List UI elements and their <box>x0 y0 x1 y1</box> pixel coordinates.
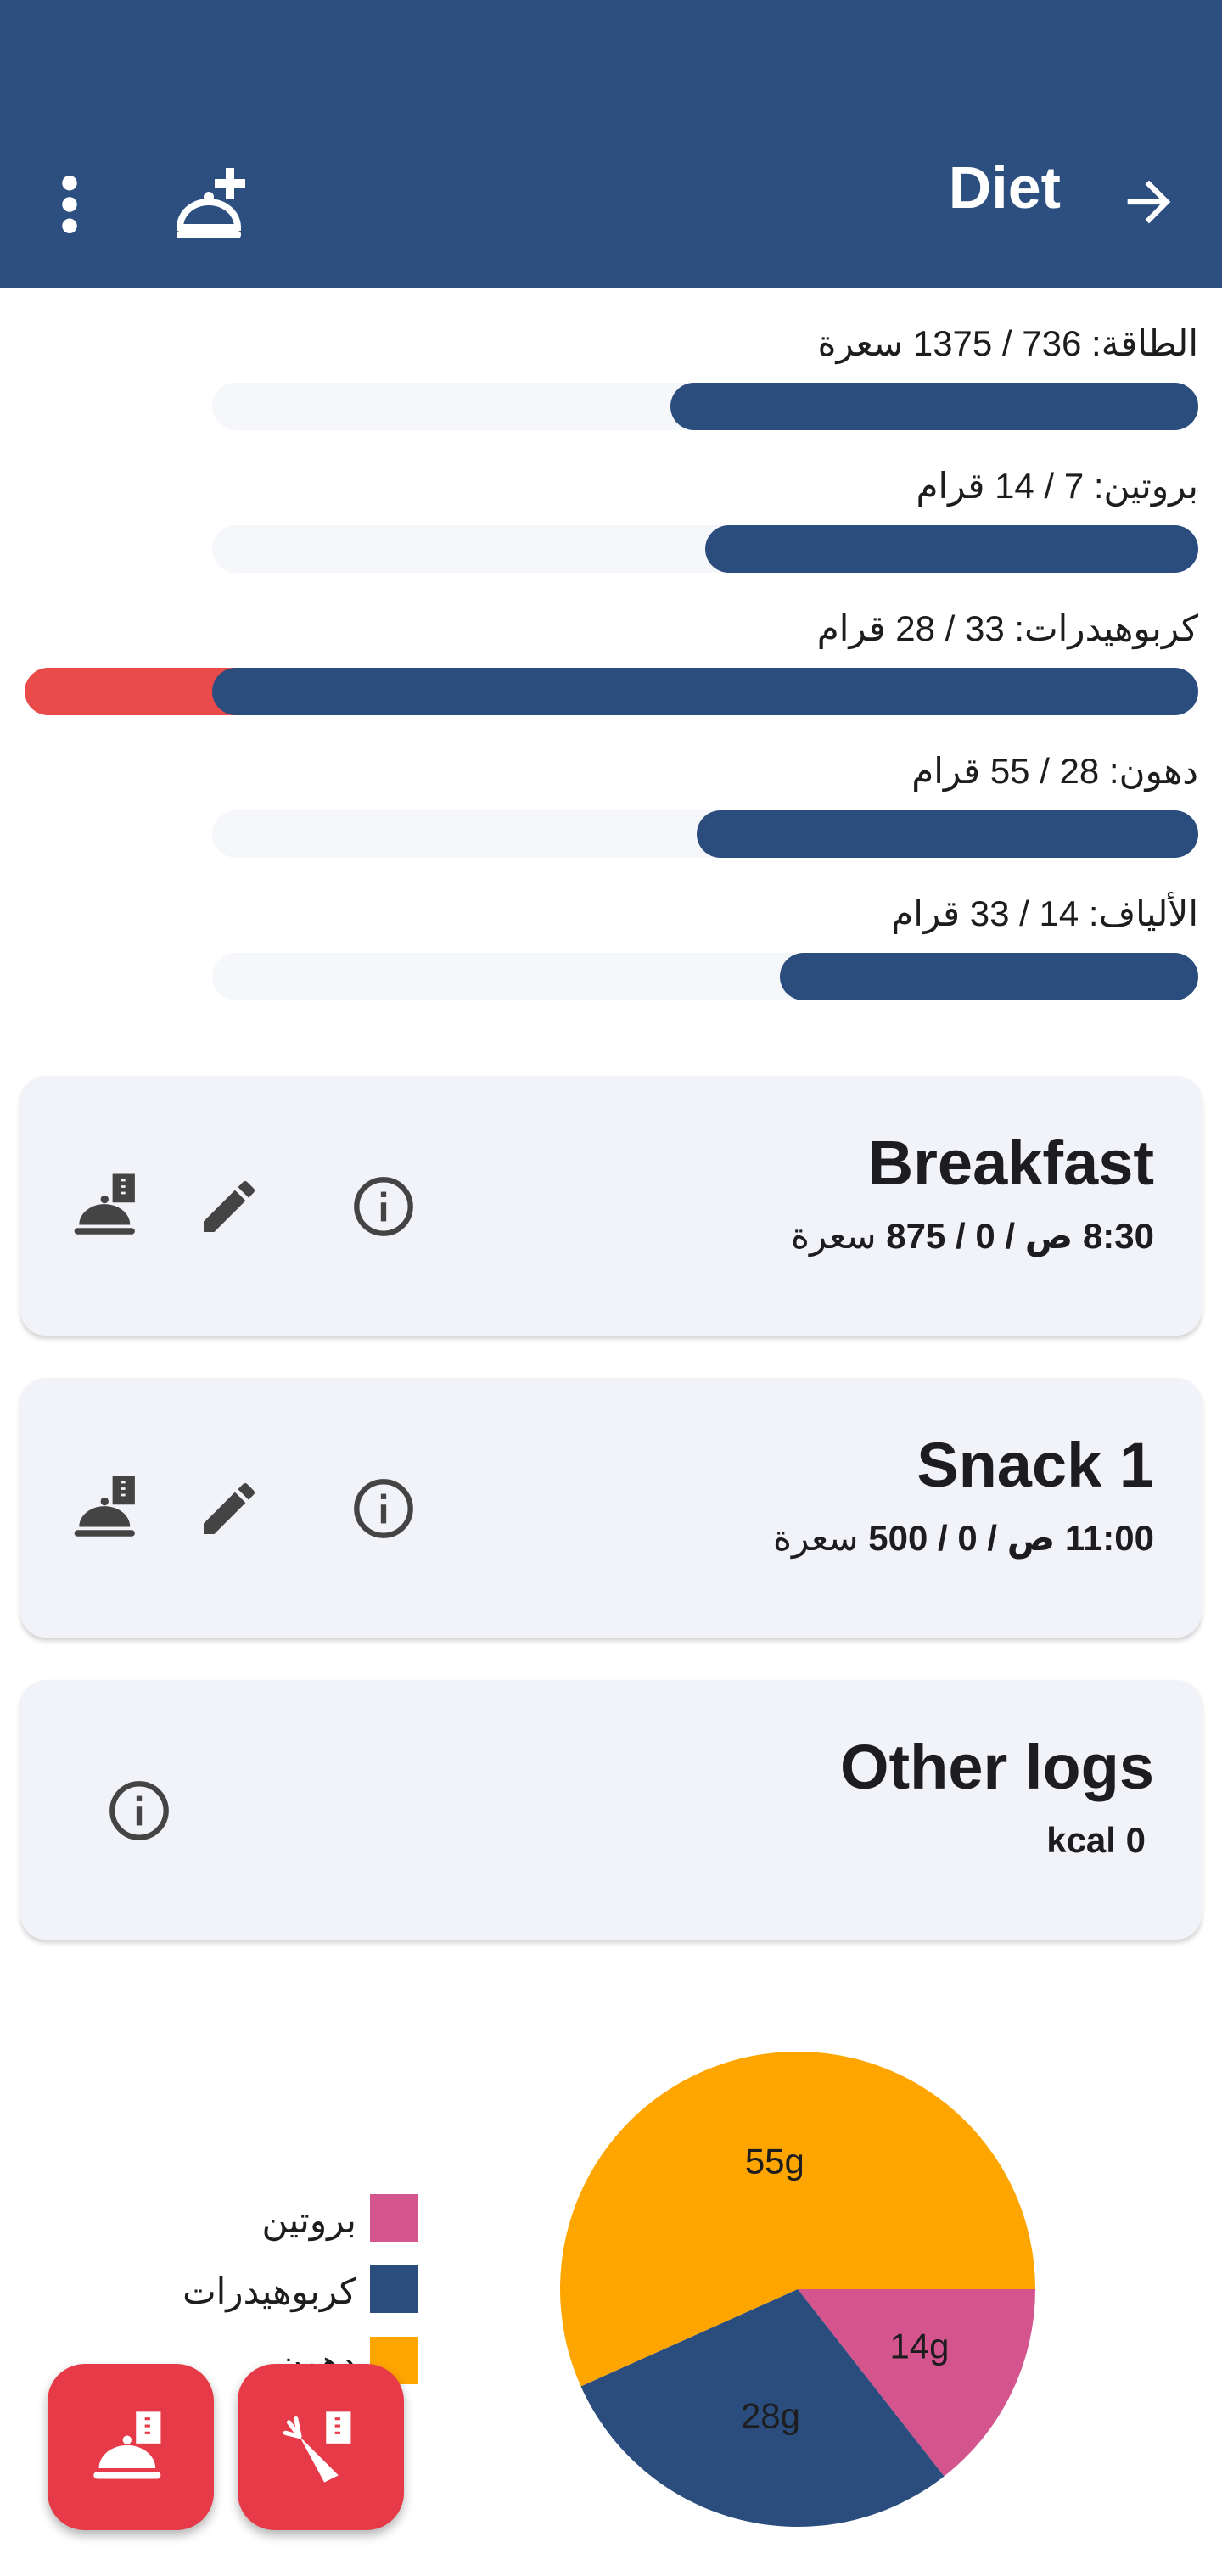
more-vert-icon[interactable] <box>53 175 87 234</box>
legend-item: بروتين <box>78 2194 418 2242</box>
info-icon[interactable] <box>351 1476 416 1541</box>
meal-card-breakfast[interactable]: Breakfast 8:30 ص / 0 / 875 سعرة <box>20 1076 1202 1336</box>
meal-summary: 8:30 ص / 0 / 875 سعرة <box>791 1218 1154 1254</box>
other-logs-card[interactable]: Other logs kcal 0 <box>20 1680 1202 1940</box>
nutrient-label: دهون: 28 / 55 قرام <box>911 751 1198 791</box>
add-meal-icon <box>93 2411 161 2479</box>
page-title: Diet <box>948 154 1061 221</box>
legend-swatch <box>370 2194 418 2242</box>
other-logs-kcal: kcal 0 <box>1046 1820 1146 1860</box>
nutrient-label: الطاقة: 736 / 1375 سعرة <box>817 323 1199 363</box>
app-bar: Diet <box>0 0 1222 288</box>
legend-swatch <box>370 2265 418 2313</box>
meal-title: Breakfast <box>867 1128 1154 1198</box>
meal-title: Snack 1 <box>916 1430 1154 1500</box>
pie-data-label: 28g <box>741 2395 800 2435</box>
legend-label: كربوهيدرات <box>182 2271 356 2311</box>
other-logs-title: Other logs <box>839 1732 1154 1802</box>
nutrient-overflow-bar <box>25 668 236 715</box>
meal-kcal: 0 / 500 <box>868 1518 978 1558</box>
nutrient-label: الألياف: 14 / 33 قرام <box>891 893 1198 933</box>
add-meal-icon[interactable] <box>175 166 260 244</box>
add-food-to-meal-icon[interactable] <box>70 1168 146 1244</box>
meal-summary: 11:00 ص / 0 / 500 سعرة <box>773 1520 1154 1556</box>
meal-time: 8:30 ص <box>1024 1216 1154 1256</box>
pie-data-label: 55g <box>745 2141 804 2181</box>
arrow-forward-icon[interactable] <box>1117 170 1181 234</box>
add-food-fab[interactable] <box>238 2364 404 2530</box>
nutrient-progress-fill <box>212 668 1198 715</box>
meal-separator: / <box>995 1216 1025 1256</box>
meal-separator: / <box>977 1518 1007 1558</box>
nutrient-progress-fill <box>705 525 1198 573</box>
nutrient-label: كربوهيدرات: 33 / 28 قرام <box>816 608 1198 648</box>
legend-item: كربوهيدرات <box>78 2265 418 2313</box>
info-icon[interactable] <box>351 1174 416 1239</box>
legend-label: بروتين <box>261 2200 356 2240</box>
add-food-to-meal-icon[interactable] <box>70 1470 146 1546</box>
carrot-icon <box>283 2411 351 2483</box>
meal-kcal-unit: سعرة <box>790 1216 887 1256</box>
meal-card-snack-1[interactable]: Snack 1 11:00 ص / 0 / 500 سعرة <box>20 1378 1202 1638</box>
edit-icon[interactable] <box>195 1475 263 1543</box>
edit-icon[interactable] <box>195 1173 263 1240</box>
info-icon[interactable] <box>107 1778 171 1843</box>
meal-kcal-unit: سعرة <box>772 1518 869 1558</box>
nutrient-progress-fill <box>697 810 1198 858</box>
meal-kcal: 0 / 875 <box>886 1216 995 1256</box>
meal-time: 11:00 ص <box>1006 1518 1154 1558</box>
pie-data-label: 14g <box>889 2326 949 2366</box>
nutrient-progress-fill <box>670 383 1198 430</box>
add-meal-fab[interactable] <box>48 2364 214 2530</box>
nutrient-progress-fill <box>780 953 1198 1000</box>
nutrient-label: بروتين: 7 / 14 قرام <box>916 466 1198 506</box>
